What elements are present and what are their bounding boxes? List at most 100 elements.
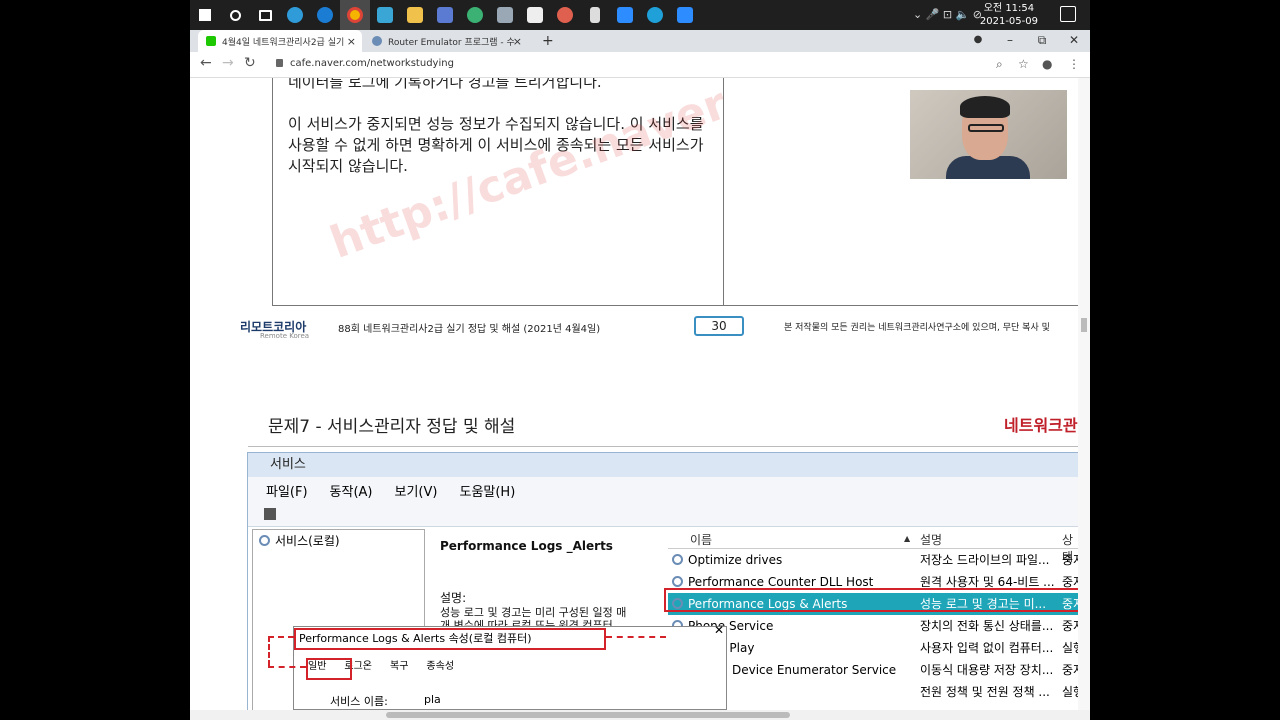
account-icon[interactable]: ● bbox=[1042, 57, 1052, 71]
edge-icon[interactable] bbox=[280, 0, 310, 30]
pen-icon[interactable] bbox=[520, 0, 550, 30]
app-icon[interactable] bbox=[490, 0, 520, 30]
presenter-glasses bbox=[968, 124, 1004, 132]
ie-icon[interactable] bbox=[310, 0, 340, 30]
row-desc: 이동식 대용량 저장 장치... bbox=[920, 663, 1054, 677]
list-header: 이름 ▲ 설명 상태 bbox=[668, 531, 1081, 564]
start-icon[interactable] bbox=[190, 0, 220, 30]
tree-item-local[interactable]: 서비스(로컬) bbox=[275, 534, 340, 548]
search-icon[interactable] bbox=[220, 0, 250, 30]
task-view-icon[interactable] bbox=[250, 0, 280, 30]
windows-taskbar: ⌄ 🎤 ⊡ 🔈 ⊘ 오전 11:54 2021-05-09 bbox=[190, 0, 1090, 30]
tab-dependencies[interactable]: 종속성 bbox=[426, 657, 454, 672]
dialog-title: Performance Logs & Alerts 속성(로컬 컴퓨터) bbox=[294, 628, 606, 650]
app-icon[interactable] bbox=[580, 0, 610, 30]
zoom-icon[interactable] bbox=[610, 0, 640, 30]
gear-icon bbox=[672, 554, 683, 565]
lock-icon bbox=[276, 59, 283, 67]
slide-text-line: 네이터를 로그에 기록하거나 경고를 트리거합니다. bbox=[288, 78, 602, 91]
bookmark-star-icon[interactable]: ☆ bbox=[1018, 57, 1029, 71]
row-desc: 장치의 전화 통신 상태를... bbox=[920, 619, 1054, 633]
menu-action[interactable]: 동작(A) bbox=[330, 481, 373, 500]
menu-icon[interactable]: ⋮ bbox=[1068, 57, 1080, 71]
detail-desc-label: 설명: bbox=[440, 591, 467, 605]
zoom-icon[interactable] bbox=[670, 0, 700, 30]
services-toolbar bbox=[248, 503, 1079, 527]
col-name[interactable]: 이름 bbox=[690, 531, 712, 548]
services-title: 서비스 bbox=[248, 453, 1079, 477]
profile-icon[interactable]: ● bbox=[962, 30, 994, 52]
row-desc: 사용자 입력 없이 컴퓨터... bbox=[920, 641, 1054, 655]
row-desc: 저장소 드라이브의 파일... bbox=[920, 553, 1050, 567]
file-explorer-icon[interactable] bbox=[400, 0, 430, 30]
restore-button[interactable]: ⧉ bbox=[1026, 30, 1058, 52]
screen: ⌄ 🎤 ⊡ 🔈 ⊘ 오전 11:54 2021-05-09 4월4일 네트워크관… bbox=[190, 0, 1090, 720]
tab-favicon bbox=[372, 36, 382, 46]
app-icon[interactable] bbox=[460, 0, 490, 30]
service-name-label: 서비스 이름: bbox=[330, 695, 388, 708]
gear-icon bbox=[259, 535, 270, 546]
zoom-icon[interactable]: ⌕ bbox=[996, 57, 1003, 72]
close-icon[interactable]: ✕ bbox=[714, 623, 724, 637]
app-icon[interactable] bbox=[370, 0, 400, 30]
reload-icon[interactable]: ↻ bbox=[244, 55, 256, 71]
row-name: Optimize drives bbox=[688, 553, 783, 567]
page-number: 30 bbox=[694, 316, 744, 336]
system-tray[interactable]: ⌄ 🎤 ⊡ 🔈 ⊘ bbox=[913, 8, 982, 21]
new-tab-button[interactable]: + bbox=[538, 30, 558, 52]
sort-up-icon: ▲ bbox=[904, 534, 911, 543]
section-brand: 네트워크관 bbox=[1004, 416, 1078, 435]
service-detail: Performance Logs _Alerts 설명: 성능 로그 및 경고는… bbox=[440, 539, 640, 632]
table-row[interactable]: d Play사용자 입력 없이 컴퓨터...실행 bbox=[668, 637, 1081, 659]
back-icon[interactable]: ← bbox=[200, 55, 212, 71]
tab-label: 4월4일 네트워크관리사2급 실기 bbox=[222, 37, 345, 48]
slide-footer: 리모트코리아 Remote Korea 88회 네트워크관리사2급 실기 정답 … bbox=[190, 316, 1090, 340]
table-row[interactable]: 전원 정책 및 전원 정책 ...실행 bbox=[668, 681, 1081, 703]
services-menu: 파일(F) 동작(A) 보기(V) 도움말(H) bbox=[248, 477, 1079, 503]
chrome-icon[interactable] bbox=[340, 0, 370, 30]
vertical-scrollbar[interactable] bbox=[1078, 78, 1090, 710]
scroll-thumb[interactable] bbox=[1081, 318, 1087, 332]
url-field[interactable]: cafe.naver.com/networkstudying bbox=[290, 58, 454, 69]
tab-strip: 4월4일 네트워크관리사2급 실기 × Router Emulator 프로그램… bbox=[190, 30, 1090, 52]
general-tab-highlight bbox=[306, 658, 352, 680]
console-icon[interactable] bbox=[264, 508, 276, 520]
menu-view[interactable]: 보기(V) bbox=[395, 481, 438, 500]
tab-router-emulator[interactable]: Router Emulator 프로그램 - 수 × bbox=[364, 30, 528, 52]
row-name: Device Enumerator Service bbox=[732, 663, 897, 677]
selected-row-highlight bbox=[664, 588, 1080, 612]
close-icon[interactable]: × bbox=[513, 35, 522, 48]
naver-cafe-icon bbox=[206, 36, 216, 46]
tab-recovery[interactable]: 복구 bbox=[390, 657, 408, 672]
copyright-text: 본 저작물의 모든 권리는 네트워크관리사연구소에 있으며, 무단 복사 및 bbox=[784, 323, 1050, 333]
menu-file[interactable]: 파일(F) bbox=[266, 481, 308, 500]
services-list: 이름 ▲ 설명 상태 Optimize drives 저장소 드라이브의 파일..… bbox=[668, 531, 1081, 710]
table-row[interactable]: Optimize drives저장소 드라이브의 파일...중지 bbox=[668, 549, 1081, 571]
section-title: 문제7 - 서비스관리자 정답 및 해설 bbox=[268, 417, 516, 437]
app-icon[interactable] bbox=[550, 0, 580, 30]
col-desc[interactable]: 설명 bbox=[920, 531, 942, 548]
minimize-button[interactable]: – bbox=[994, 30, 1026, 52]
close-icon[interactable]: × bbox=[347, 35, 356, 48]
forward-icon[interactable]: → bbox=[222, 55, 234, 71]
row-desc: 전원 정책 및 전원 정책 ... bbox=[920, 685, 1050, 699]
app-icon[interactable] bbox=[640, 0, 670, 30]
table-row[interactable]: Device Enumerator Service 이동식 대용량 저장 장치..… bbox=[668, 659, 1081, 681]
horizontal-scrollbar[interactable] bbox=[190, 710, 1090, 720]
menu-help[interactable]: 도움말(H) bbox=[459, 481, 515, 500]
detail-title: Performance Logs _Alerts bbox=[440, 539, 613, 553]
close-window-button[interactable]: ✕ bbox=[1058, 30, 1090, 52]
divider bbox=[248, 446, 1078, 447]
webcam-overlay bbox=[910, 90, 1067, 179]
tab-label: Router Emulator 프로그램 - 수 bbox=[388, 37, 515, 48]
app-icon[interactable] bbox=[430, 0, 460, 30]
table-row[interactable]: Phone Service장치의 전화 통신 상태를...중지 bbox=[668, 615, 1081, 637]
page-content: 네이터를 로그에 기록하거나 경고를 트리거합니다. 이 서비스가 중지되면 성… bbox=[190, 78, 1090, 710]
address-bar-row: ← → ↻ cafe.naver.com/networkstudying ⌕ ☆… bbox=[190, 52, 1090, 78]
tab-exam[interactable]: 4월4일 네트워크관리사2급 실기 × bbox=[198, 30, 362, 52]
notification-icon[interactable] bbox=[1060, 6, 1076, 22]
clock-date: 2021-05-09 bbox=[979, 16, 1038, 27]
clock[interactable]: 오전 11:54 2021-05-09 bbox=[980, 2, 1038, 28]
presenter-hair bbox=[960, 96, 1010, 118]
scroll-thumb[interactable] bbox=[386, 712, 790, 718]
